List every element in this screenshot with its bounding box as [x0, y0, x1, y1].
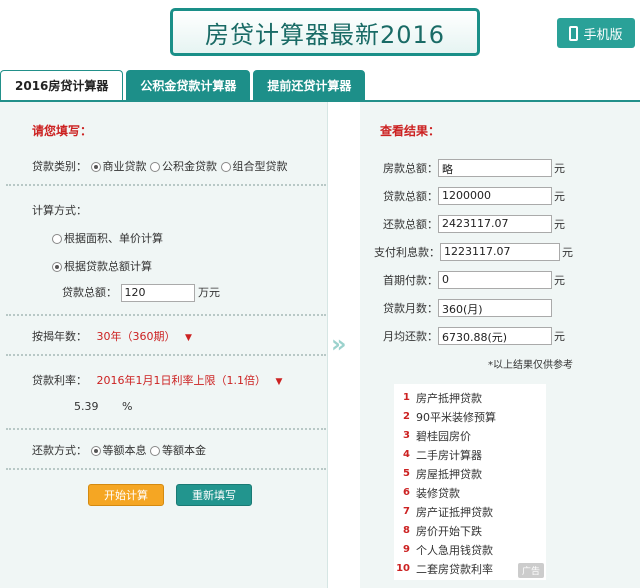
result-unit: 元	[554, 330, 565, 343]
ad-list: 1 房产抵押贷款 2 90平米装修预算 3 碧桂园房价 4 二手房计算器 5 房屋抵押贷款…	[394, 384, 546, 580]
loan-type-commercial-label: 商业贷款	[102, 160, 147, 173]
years-label: 按揭年数：	[32, 330, 87, 343]
repay-equal-payment-label: 等额本息	[102, 444, 147, 457]
start-calculation-button[interactable]: 开始计算	[88, 484, 164, 506]
mobile-version-label: 手机版	[583, 27, 623, 43]
result-unit: 元	[554, 218, 565, 231]
result-value: 1223117.07	[440, 243, 560, 261]
list-item[interactable]: 7 房产证抵押贷款	[394, 502, 546, 521]
result-unit: 元	[554, 274, 565, 287]
rate-select[interactable]: 2016年1月1日利率上限（1.1倍）	[97, 374, 266, 387]
results-note: *以上结果仅供参考	[488, 360, 573, 371]
years-select[interactable]: 30年（360期）	[97, 330, 176, 343]
tab-prepayment[interactable]: 提前还贷计算器	[253, 70, 366, 100]
result-label: 还款总额：	[383, 218, 438, 231]
result-label: 首期付款：	[383, 274, 438, 287]
loan-type-label: 贷款类别：	[32, 160, 87, 173]
list-item[interactable]: 1 房产抵押贷款	[394, 388, 546, 407]
mobile-version-button[interactable]: 手机版	[557, 18, 635, 48]
result-row-monthly-payment: 月均还款： 6730.88(元) 元	[360, 326, 640, 346]
rate-number: 5.39	[74, 400, 99, 413]
result-value: 0	[438, 271, 552, 289]
rate-unit: %	[122, 400, 133, 413]
divider	[6, 184, 326, 186]
result-unit: 元	[554, 190, 565, 203]
years-dropdown-icon[interactable]: ▼	[185, 333, 192, 343]
loan-total-label: 贷款总额：	[62, 286, 117, 299]
repay-equal-principal-radio[interactable]	[150, 446, 160, 456]
result-value: 6730.88(元)	[438, 327, 552, 345]
calc-method-area-row: 根据面积、单价计算	[52, 230, 163, 246]
rate-number-row: 5.39 %	[74, 400, 132, 413]
result-label: 房款总额：	[383, 162, 438, 175]
input-section-title: 请您填写：	[32, 124, 93, 138]
calc-method-total-row: 根据贷款总额计算	[52, 258, 152, 274]
result-row-months: 贷款月数： 360(月)	[360, 298, 640, 318]
rate-label: 贷款利率：	[32, 374, 87, 387]
divider	[6, 468, 326, 470]
loan-type-fund-radio[interactable]	[150, 162, 160, 172]
result-unit: 元	[554, 162, 565, 175]
result-unit: 元	[562, 246, 573, 259]
page-title-box: 房贷计算器最新2016	[170, 8, 480, 56]
result-row-repay-total: 还款总额： 2423117.07 元	[360, 214, 640, 234]
loan-type-commercial-radio[interactable]	[90, 162, 101, 172]
divider	[6, 428, 326, 430]
rate-dropdown-icon[interactable]: ▼	[275, 377, 282, 387]
result-value: 略	[438, 159, 552, 177]
calculator-tabs: 2016房贷计算器 公积金贷款计算器 提前还贷计算器	[0, 70, 368, 100]
double-chevron-right-icon: »	[331, 330, 347, 358]
phone-icon	[569, 25, 579, 41]
list-item[interactable]: 4 二手房计算器	[394, 445, 546, 464]
result-label: 贷款总额：	[383, 190, 438, 203]
tab-mortgage-2016[interactable]: 2016房贷计算器	[0, 70, 124, 100]
result-label: 月均还款：	[383, 330, 438, 343]
tab-provident-fund[interactable]: 公积金贷款计算器	[126, 70, 251, 100]
calc-method-area-radio[interactable]	[52, 234, 62, 244]
divider	[6, 354, 326, 356]
loan-total-unit: 万元	[198, 286, 220, 299]
result-row-down-payment: 首期付款： 0 元	[360, 270, 640, 290]
years-row: 按揭年数： 30年（360期） ▼	[32, 328, 192, 344]
calc-method-total-radio[interactable]	[52, 262, 62, 272]
list-item[interactable]: 9 个人急用钱贷款	[394, 540, 546, 559]
list-item[interactable]: 2 90平米装修预算	[394, 407, 546, 426]
result-value: 1200000	[438, 187, 552, 205]
loan-type-combo-label: 组合型贷款	[232, 160, 288, 173]
results-section-title: 查看结果：	[380, 124, 441, 138]
repay-row: 还款方式： 等额本息 等额本金	[32, 442, 206, 458]
calc-method-total-label: 根据贷款总额计算	[64, 260, 152, 273]
divider	[6, 314, 326, 316]
result-value: 2423117.07	[438, 215, 552, 233]
result-label: 支付利息款：	[374, 246, 440, 259]
list-item[interactable]: 3 碧桂园房价	[394, 426, 546, 445]
result-label: 贷款月数：	[383, 302, 438, 315]
loan-type-row: 贷款类别： 商业贷款 公积金贷款 组合型贷款	[32, 158, 288, 174]
list-item[interactable]: 5 房屋抵押贷款	[394, 464, 546, 483]
repay-equal-payment-radio[interactable]	[90, 446, 101, 456]
list-item[interactable]: 6 装修贷款	[394, 483, 546, 502]
input-panel: 请您填写： 贷款类别： 商业贷款 公积金贷款 组合型贷款 计算方式： 根据面积、…	[0, 102, 328, 588]
ad-badge: 广告	[517, 563, 544, 578]
result-value: 360(月)	[438, 299, 552, 317]
calc-method-area-label: 根据面积、单价计算	[64, 232, 163, 245]
page-title: 房贷计算器最新2016	[204, 20, 446, 49]
rate-row: 贷款利率： 2016年1月1日利率上限（1.1倍） ▼	[32, 372, 282, 388]
loan-type-combo-radio[interactable]	[220, 162, 231, 172]
repay-equal-principal-label: 等额本金	[162, 444, 206, 457]
loan-total-row: 贷款总额： 120 万元	[62, 284, 220, 302]
repay-label: 还款方式：	[32, 444, 87, 457]
result-row-interest: 支付利息款： 1223117.07 元	[360, 242, 640, 262]
result-row-house-total: 房款总额： 略 元	[360, 158, 640, 178]
list-item[interactable]: 8 房价开始下跌	[394, 521, 546, 540]
loan-total-input[interactable]: 120	[120, 284, 195, 302]
reset-form-button[interactable]: 重新填写	[176, 484, 252, 506]
loan-type-fund-label: 公积金贷款	[162, 160, 217, 173]
result-row-loan-total: 贷款总额： 1200000 元	[360, 186, 640, 206]
calc-method-label: 计算方式：	[32, 204, 87, 217]
